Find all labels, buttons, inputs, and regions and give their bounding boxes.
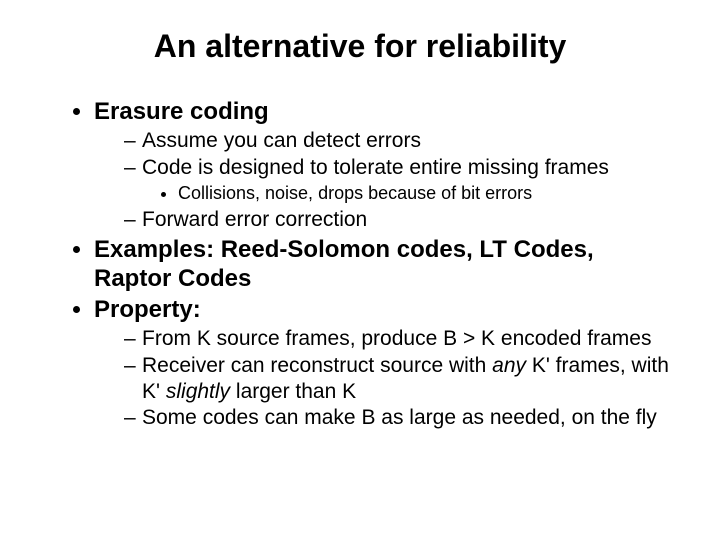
subbullet-text-italic: slightly [166, 380, 230, 403]
subsublist: Collisions, noise, drops because of bit … [142, 182, 670, 205]
subsubbullet-text: Collisions, noise, drops because of bit … [178, 183, 532, 203]
slide-title: An alternative for reliability [50, 28, 670, 65]
subsubbullet: Collisions, noise, drops because of bit … [178, 182, 670, 205]
bullet-list: Erasure coding Assume you can detect err… [50, 97, 670, 431]
bullet-text: Erasure coding [94, 98, 269, 125]
subbullet-text-part: larger than K [230, 380, 356, 403]
subbullet-text: Forward error correction [142, 208, 367, 231]
bullet-examples: Examples: Reed-Solomon codes, LT Codes, … [94, 235, 670, 294]
sublist: Assume you can detect errors Code is des… [94, 128, 670, 232]
bullet-property: Property: From K source frames, produce … [94, 295, 670, 431]
subbullet-text: From K source frames, produce B > K enco… [142, 327, 651, 350]
subbullet-text-italic: any [492, 354, 526, 377]
bullet-text: Examples: Reed-Solomon codes, LT Codes, … [94, 236, 594, 292]
subbullet: From K source frames, produce B > K enco… [124, 326, 670, 352]
subbullet: Assume you can detect errors [124, 128, 670, 154]
bullet-text: Property: [94, 296, 201, 323]
bullet-erasure-coding: Erasure coding Assume you can detect err… [94, 97, 670, 233]
subbullet: Some codes can make B as large as needed… [124, 405, 670, 431]
subbullet-text-part: Receiver can reconstruct source with [142, 354, 492, 377]
subbullet: Forward error correction [124, 207, 670, 233]
sublist: From K source frames, produce B > K enco… [94, 326, 670, 430]
subbullet-text: Code is designed to tolerate entire miss… [142, 156, 609, 179]
subbullet: Code is designed to tolerate entire miss… [124, 155, 670, 205]
subbullet-text: Some codes can make B as large as needed… [142, 406, 657, 429]
subbullet-text: Assume you can detect errors [142, 129, 421, 152]
subbullet: Receiver can reconstruct source with any… [124, 353, 670, 404]
slide: An alternative for reliability Erasure c… [0, 0, 720, 540]
